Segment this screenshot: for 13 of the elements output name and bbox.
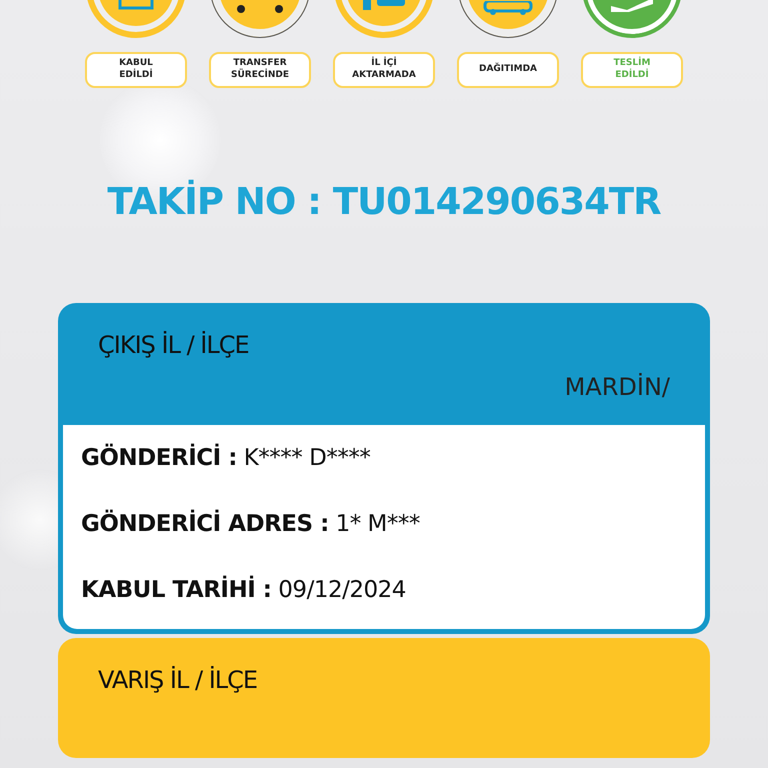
status-label: TRANSFER SÜRECİNDE — [209, 52, 311, 88]
detail-line: GÖNDERİCİ ADRES : 1* M*** — [81, 511, 421, 537]
detail-line: KABUL TARİHİ : 09/12/2024 — [81, 577, 407, 603]
detail-line: GÖNDERİCİ : K**** D**** — [81, 445, 372, 471]
status-label: KABUL EDİLDİ — [85, 52, 187, 88]
box-icon — [116, 0, 156, 10]
origin-city: MARDİN/ — [564, 373, 670, 401]
tracking-number: TAKİP NO : TU014290634TR — [107, 180, 661, 223]
status-label: TESLİM EDİLDİ — [581, 52, 683, 88]
card-title: VARIŞ İL / İLÇE — [98, 666, 258, 694]
status-label: İL İÇİ AKTARMADA — [333, 52, 435, 88]
status-label: DAĞITIMDA — [457, 52, 559, 88]
card-title: ÇIKIŞ İL / İLÇE — [98, 331, 250, 359]
